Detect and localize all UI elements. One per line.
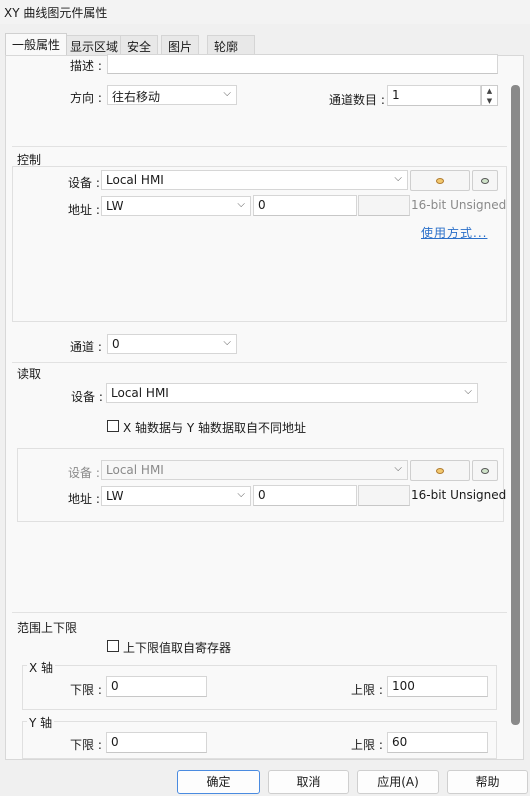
tab-picture[interactable]: 图片 [161, 35, 200, 55]
read-sub-address-label: 地址 : [68, 492, 100, 506]
settings-icon [436, 177, 444, 184]
y-upper-field[interactable]: 60 [387, 732, 488, 753]
control-address-extra-field[interactable] [358, 195, 410, 216]
tab-outline[interactable]: 轮廓 [207, 35, 255, 55]
chevron-down-icon: ⌵ [394, 173, 402, 184]
control-format: 16-bit Unsigned [411, 198, 507, 212]
cancel-button[interactable]: 取消 [268, 770, 349, 794]
separate-address-label: X 轴数据与 Y 轴数据取自不同地址 [123, 421, 306, 435]
x-upper-label: 上限 : [351, 683, 383, 697]
help-button[interactable]: 帮助 [447, 770, 528, 794]
usage-link[interactable]: 使用方式... [421, 224, 487, 241]
read-device-value: Local HMI [111, 386, 169, 400]
tab-security[interactable]: 安全 [120, 35, 159, 55]
read-sub-address-field[interactable]: 0 [253, 485, 357, 506]
y-upper-label: 上限 : [351, 738, 383, 752]
y-axis-label: Y 轴 [27, 714, 55, 731]
range-from-register-checkbox[interactable] [107, 640, 119, 652]
control-device-label: 设备 : [68, 176, 100, 190]
tab-display-area[interactable]: 显示区域 [63, 35, 126, 55]
x-lower-field[interactable]: 0 [106, 676, 207, 697]
read-sub-address-type-select[interactable]: LW ⌵ [101, 486, 251, 506]
channel-count-label: 通道数目 : [329, 93, 385, 107]
direction-label: 方向 : [70, 91, 102, 105]
refresh-icon [481, 177, 489, 184]
desc-field[interactable] [107, 54, 498, 74]
spin-up-icon[interactable]: ▲ [482, 86, 497, 96]
x-lower-label: 下限 : [70, 683, 102, 697]
read-sub-address-extra-field[interactable] [358, 485, 410, 506]
read-device-select[interactable]: Local HMI ⌵ [106, 383, 478, 403]
general-panel [5, 55, 524, 760]
sub-device-settings-button[interactable] [410, 460, 470, 481]
control-device-select[interactable]: Local HMI ⌵ [101, 170, 408, 190]
read-sub-address-type: LW [106, 489, 124, 503]
direction-select[interactable]: 往右移动 ⌵ [107, 85, 237, 105]
y-lower-label: 下限 : [70, 738, 102, 752]
window-title: XY 曲线图元件属性 [4, 6, 108, 20]
y-lower-field[interactable]: 0 [106, 732, 207, 753]
read-section-label: 读取 [17, 367, 42, 381]
separate-address-checkbox[interactable] [107, 420, 119, 432]
chevron-down-icon: ⌵ [223, 337, 231, 348]
read-sub-device-value: Local HMI [106, 463, 164, 477]
direction-value: 往右移动 [112, 90, 161, 104]
control-device-value: Local HMI [106, 173, 164, 187]
apply-button[interactable]: 应用(A) [357, 770, 439, 794]
channel-value: 0 [112, 337, 120, 351]
title-bar: XY 曲线图元件属性 [0, 0, 530, 24]
channel-count-stepper[interactable]: ▲ ▼ [481, 85, 498, 106]
channel-label: 通道 : [70, 340, 102, 354]
refresh-icon [481, 467, 489, 474]
read-device-label: 设备 : [71, 390, 103, 404]
range-section-label: 范围上下限 [17, 621, 78, 635]
settings-icon [436, 467, 444, 474]
tab-general[interactable]: 一般属性 [5, 33, 68, 55]
channel-select[interactable]: 0 ⌵ [107, 334, 237, 354]
desc-label: 描述 : [70, 59, 102, 73]
control-address-field[interactable]: 0 [253, 195, 357, 216]
x-axis-label: X 轴 [27, 659, 56, 676]
read-sub-format: 16-bit Unsigned [411, 488, 507, 502]
vertical-scrollbar[interactable] [511, 85, 520, 725]
control-address-type-select[interactable]: LW ⌵ [101, 196, 251, 216]
device-settings-button[interactable] [410, 170, 470, 191]
chevron-down-icon: ⌵ [394, 463, 402, 474]
chevron-down-icon: ⌵ [237, 199, 245, 210]
spin-down-icon[interactable]: ▼ [482, 96, 497, 106]
control-address-label: 地址 : [68, 203, 100, 217]
range-from-register-label: 上下限值取自寄存器 [123, 641, 232, 655]
ok-button[interactable]: 确定 [177, 770, 260, 794]
chevron-down-icon: ⌵ [464, 386, 472, 397]
control-address-type: LW [106, 199, 124, 213]
tab-strip: 一般属性 显示区域 安全 图片 轮廓 [0, 33, 530, 55]
chevron-down-icon: ⌵ [223, 88, 231, 99]
read-sub-device-select[interactable]: Local HMI ⌵ [101, 460, 408, 480]
chevron-down-icon: ⌵ [237, 489, 245, 500]
x-upper-field[interactable]: 100 [387, 676, 488, 697]
divider [12, 362, 507, 363]
read-sub-device-label: 设备 : [68, 466, 100, 480]
sub-device-refresh-button[interactable] [472, 460, 498, 481]
device-refresh-button[interactable] [472, 170, 498, 191]
divider [12, 612, 507, 613]
divider [12, 146, 507, 147]
channel-count-field[interactable]: 1 [387, 85, 481, 106]
